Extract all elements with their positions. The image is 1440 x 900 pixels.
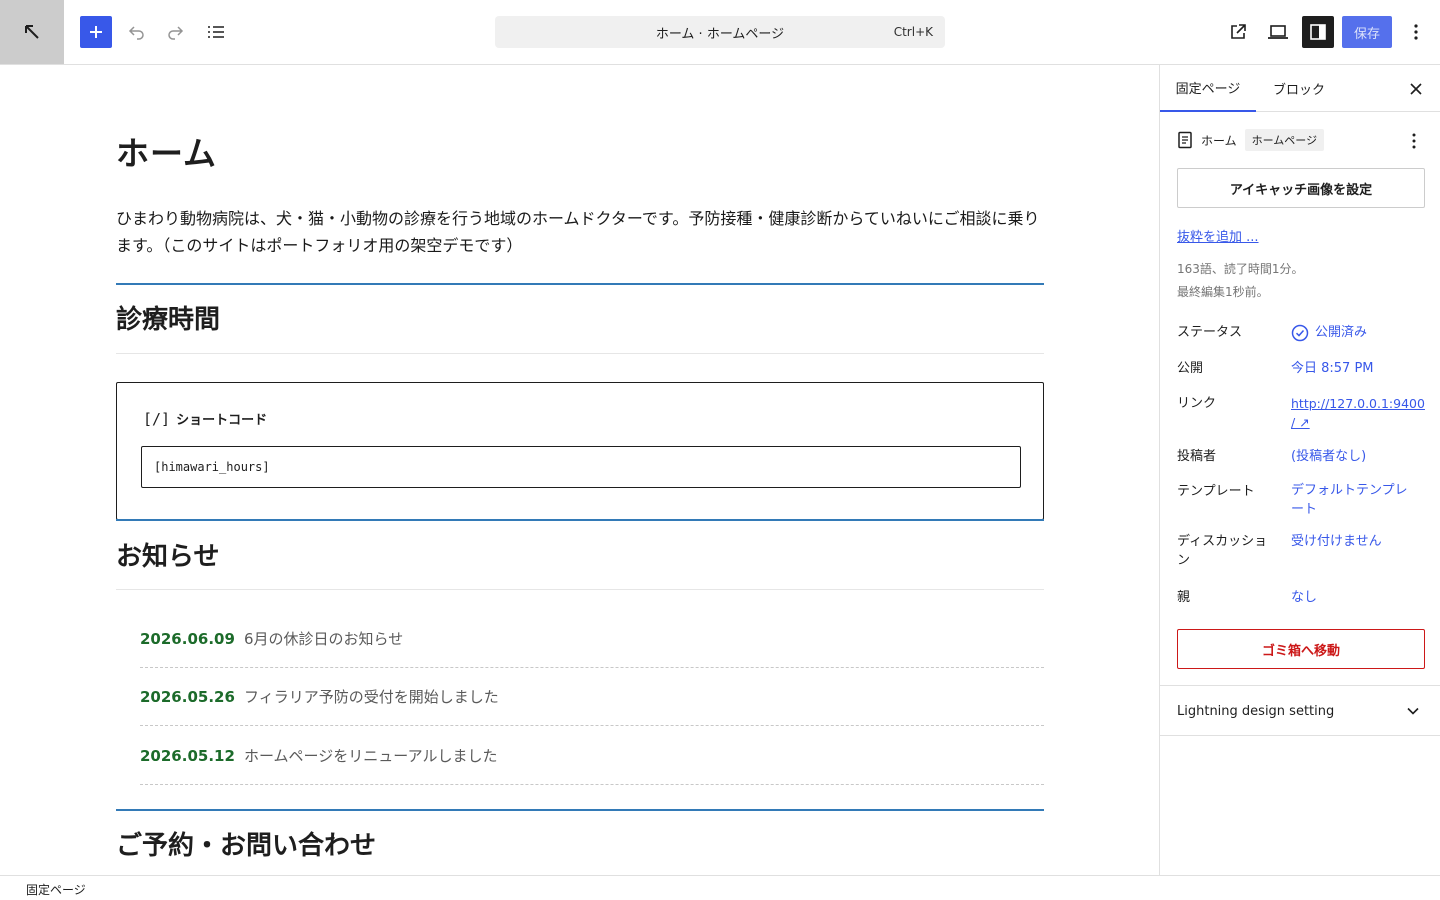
last-edited: 最終編集1秒前。: [1177, 285, 1269, 299]
preview-button[interactable]: [1262, 16, 1294, 48]
discussion-label-line1: ディスカッショ: [1177, 534, 1268, 549]
document-title: ホーム · ホームページ: [655, 26, 785, 42]
plus-icon: [90, 26, 102, 38]
template-line1: デフォルトテンプレ: [1291, 483, 1408, 498]
move-to-trash-button[interactable]: ゴミ箱へ移動: [1177, 629, 1425, 669]
add-excerpt-link[interactable]: 抜粋を追加 ...: [1177, 226, 1259, 245]
discussion-label: ディスカッショ ン: [1177, 532, 1267, 570]
check-circle-icon: [1291, 324, 1309, 341]
page-icon: [1178, 131, 1192, 149]
publish-label: 公開: [1177, 361, 1204, 376]
list-view-button[interactable]: [200, 16, 232, 48]
heading-underline: [116, 353, 1044, 354]
set-featured-image-button[interactable]: アイキャッチ画像を設定: [1177, 168, 1425, 208]
block-inserter-button[interactable]: [80, 16, 112, 48]
news-item[interactable]: 2026.05.12 ホームページをリニューアルしました: [140, 727, 1044, 785]
lightning-panel-toggle[interactable]: [1401, 699, 1425, 723]
news-item[interactable]: 2026.05.26 フィラリア予防の受付を開始しました: [140, 668, 1044, 726]
external-link-icon: [1231, 24, 1246, 39]
news-date: 2026.06.09: [140, 629, 235, 648]
status-label: ステータス: [1177, 325, 1243, 340]
settings-sidebar-toggle[interactable]: [1302, 16, 1334, 48]
shortcode-label-text: ショートコード: [176, 413, 268, 428]
news-title[interactable]: フィラリア予防の受付を開始しました: [244, 686, 499, 707]
list-view-icon: [208, 26, 224, 38]
word-count: 163語、読了時間1分。: [1177, 262, 1304, 276]
discussion-label-line2: ン: [1177, 553, 1191, 568]
news-heading[interactable]: お知らせ: [116, 536, 219, 573]
post-title[interactable]: ホーム: [116, 127, 217, 175]
page-title-label: ホーム: [1201, 133, 1237, 148]
section-divider: [116, 519, 1044, 521]
permalink-line2: / ↗: [1291, 415, 1310, 430]
news-title[interactable]: 6月の休診日のお知らせ: [244, 628, 403, 649]
command-palette-button[interactable]: ホーム · ホームページ Ctrl+K: [495, 16, 945, 48]
editor-header: ホーム · ホームページ Ctrl+K 保存: [0, 0, 1440, 65]
hours-heading[interactable]: 診療時間: [116, 299, 220, 336]
news-date: 2026.05.26: [140, 687, 235, 706]
options-menu-button[interactable]: [1400, 16, 1432, 48]
section-divider: [116, 809, 1044, 811]
publish-date-button[interactable]: 今日 8:57 PM: [1291, 359, 1374, 378]
contact-heading[interactable]: ご予約・お問い合わせ: [116, 825, 376, 862]
author-button[interactable]: (投稿者なし): [1291, 447, 1366, 466]
undo-button[interactable]: [120, 16, 152, 48]
parent-button[interactable]: なし: [1291, 588, 1317, 607]
permalink-line1: http://127.0.0.1:9400: [1291, 396, 1425, 411]
status-button[interactable]: 公開済み: [1291, 323, 1367, 342]
arrow-up-left-icon: [25, 25, 39, 39]
save-button[interactable]: 保存: [1342, 16, 1392, 48]
homepage-badge: ホームページ: [1244, 129, 1325, 151]
permalink-link[interactable]: http://127.0.0.1:9400 / ↗: [1291, 394, 1425, 432]
panel-divider: [1160, 685, 1440, 686]
shortcode-block[interactable]: [/] ショートコード [himawari_hours]: [116, 382, 1044, 520]
laptop-preview-icon: [1268, 25, 1288, 39]
lightning-panel-title[interactable]: Lightning design setting: [1177, 704, 1334, 719]
site-icon-button[interactable]: [0, 0, 64, 64]
chevron-down-icon: [1407, 707, 1419, 715]
undo-icon: [128, 26, 144, 40]
template-line2: ート: [1291, 502, 1318, 517]
tab-block[interactable]: ブロック: [1256, 65, 1342, 112]
shortcode-block-label: [/] ショートコード: [143, 409, 268, 429]
news-title[interactable]: ホームページをリニューアルしました: [244, 745, 498, 766]
news-item[interactable]: 2026.06.09 6月の休診日のお知らせ: [140, 610, 1044, 668]
more-vertical-icon: [1414, 24, 1418, 40]
link-label: リンク: [1177, 396, 1217, 411]
status-value: 公開済み: [1315, 325, 1368, 340]
sidebar-toggle-icon: [1310, 24, 1326, 40]
redo-icon: [168, 26, 184, 40]
template-label: テンプレート: [1177, 484, 1255, 499]
sidebar-tabs: 固定ページ ブロック: [1160, 65, 1440, 112]
shortcode-icon: [/]: [143, 409, 171, 428]
news-date: 2026.05.12: [140, 746, 235, 765]
block-breadcrumb[interactable]: 固定ページ: [26, 881, 86, 898]
intro-paragraph[interactable]: ひまわり動物病院は、犬・猫・小動物の診療を行う地域のホームドクターです。予防接種…: [116, 205, 1046, 259]
redo-button[interactable]: [160, 16, 192, 48]
heading-underline: [116, 589, 1044, 590]
tab-page[interactable]: 固定ページ: [1160, 65, 1256, 112]
parent-label: 親: [1177, 590, 1191, 605]
editor-footer: 固定ページ: [0, 875, 1440, 900]
shortcode-input[interactable]: [himawari_hours]: [141, 446, 1021, 488]
discussion-button[interactable]: 受け付けません: [1291, 532, 1382, 551]
shortcut-hint: Ctrl+K: [893, 25, 933, 39]
panel-divider: [1160, 735, 1440, 736]
author-label: 投稿者: [1177, 449, 1217, 464]
more-vertical-icon: [1412, 133, 1416, 149]
template-button[interactable]: デフォルトテンプレ ート: [1291, 481, 1408, 519]
settings-sidebar: 固定ページ ブロック ホーム ホームページ アイキャッチ画像を設定 抜粋を追加 …: [1159, 65, 1440, 875]
page-summary: ホーム ホームページ: [1177, 129, 1325, 151]
view-page-button[interactable]: [1222, 16, 1254, 48]
page-actions-button[interactable]: [1402, 129, 1426, 153]
section-divider: [116, 283, 1044, 285]
editor-canvas[interactable]: ホーム ひまわり動物病院は、犬・猫・小動物の診療を行う地域のホームドクターです。…: [0, 65, 1159, 875]
post-meta: 163語、読了時間1分。 最終編集1秒前。: [1177, 258, 1304, 304]
close-sidebar-button[interactable]: [1404, 77, 1428, 101]
close-icon: [1410, 83, 1422, 95]
